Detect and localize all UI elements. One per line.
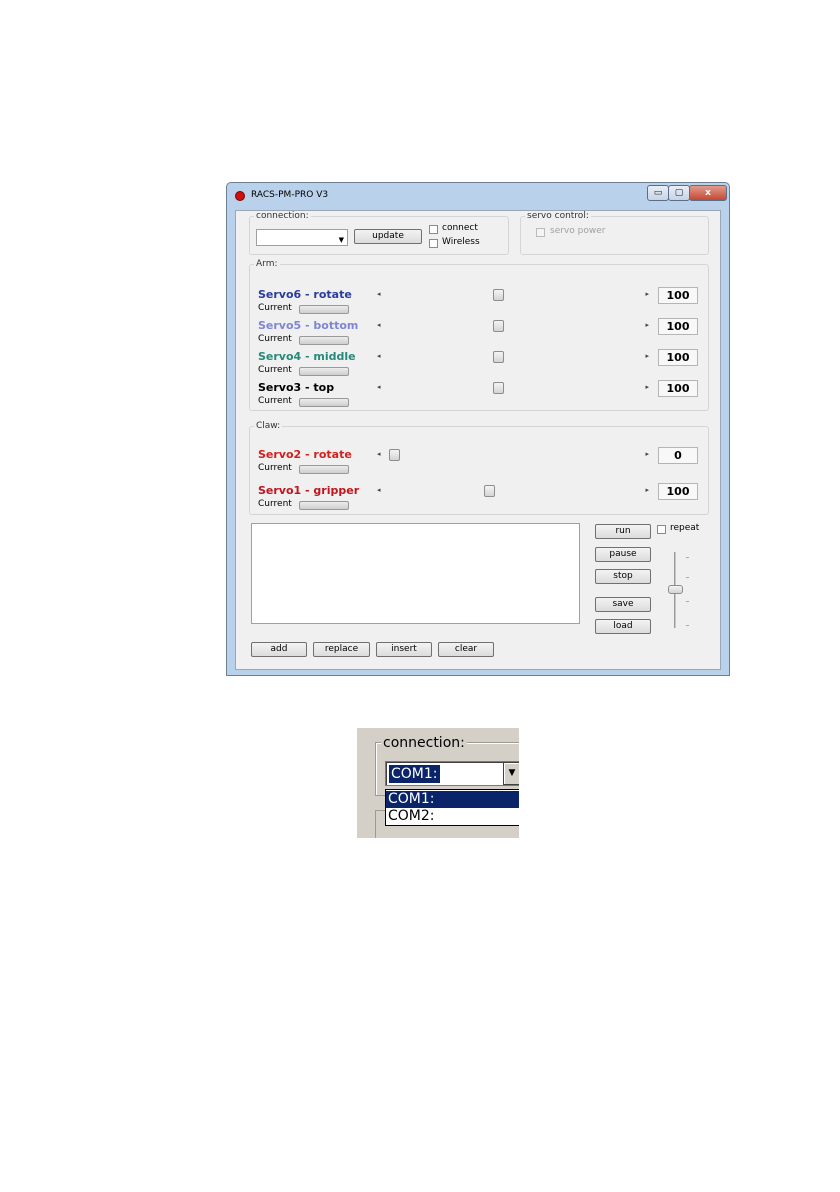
insert-button[interactable]: insert	[376, 642, 432, 657]
scroll-right-icon[interactable]: ▸	[645, 486, 649, 494]
replace-button[interactable]: replace	[313, 642, 370, 657]
title-bar[interactable]: RACS-PM-PRO V3 ▭ ▢ x	[227, 183, 729, 209]
servo-name-label: Servo4 - middle	[258, 350, 356, 363]
scroll-right-icon[interactable]: ▸	[645, 352, 649, 360]
client-area: connection: ▼ update connect Wireless se…	[235, 210, 721, 670]
clear-button[interactable]: clear	[438, 642, 494, 657]
servo-slider-thumb[interactable]	[493, 320, 504, 332]
servo-slider-thumb[interactable]	[493, 382, 504, 394]
update-button[interactable]: update	[354, 229, 422, 244]
servo-slider[interactable]: ◂ ▸	[374, 449, 652, 461]
minimize-button[interactable]: ▭	[647, 185, 669, 201]
servo-control-group: servo control:	[520, 211, 709, 255]
scroll-right-icon[interactable]: ▸	[645, 321, 649, 329]
servo-slider-thumb[interactable]	[493, 289, 504, 301]
servo-control-legend: servo control:	[527, 211, 589, 221]
servo-slider[interactable]: ◂ ▸	[374, 351, 652, 363]
current-meter	[299, 367, 349, 376]
scroll-right-icon[interactable]: ▸	[645, 290, 649, 298]
servo-value-box[interactable]: 0	[658, 447, 698, 464]
slider-tick	[686, 577, 689, 578]
servo-name-label: Servo6 - rotate	[258, 288, 352, 301]
window-title: RACS-PM-PRO V3	[251, 190, 329, 200]
scroll-right-icon[interactable]: ▸	[645, 450, 649, 458]
servo-value-box[interactable]: 100	[658, 287, 698, 304]
inset-connection-legend: connection:	[381, 735, 467, 751]
port-combobox[interactable]: ▼	[256, 229, 348, 246]
inset-selected-value: COM1:	[389, 765, 440, 783]
servo-name-label: Servo1 - gripper	[258, 484, 360, 497]
current-meter	[299, 465, 349, 474]
chevron-down-icon[interactable]: ▼	[339, 236, 344, 244]
servo-power-label: servo power	[550, 226, 606, 236]
inset-port-combobox[interactable]: COM1:	[385, 761, 519, 786]
servo-slider[interactable]: ◂ ▸	[374, 485, 652, 497]
sequence-listbox[interactable]	[251, 523, 580, 624]
connect-label: connect	[442, 223, 478, 233]
connection-zoom-inset: connection: COM1: ▼ COM1: COM2:	[357, 728, 519, 838]
servo-slider-thumb[interactable]	[493, 351, 504, 363]
servo-value-box[interactable]: 100	[658, 349, 698, 366]
scroll-right-icon[interactable]: ▸	[645, 383, 649, 391]
current-meter	[299, 501, 349, 510]
save-button[interactable]: save	[595, 597, 651, 612]
arm-legend: Arm:	[256, 259, 278, 269]
repeat-label: repeat	[670, 523, 700, 533]
servo-power-checkbox[interactable]	[536, 228, 545, 237]
stop-button[interactable]: stop	[595, 569, 651, 584]
inset-dropdown-list: COM1: COM2:	[385, 789, 519, 826]
load-button[interactable]: load	[595, 619, 651, 634]
slider-tick	[686, 601, 689, 602]
app-icon	[235, 191, 245, 201]
scroll-left-icon[interactable]: ◂	[377, 290, 381, 298]
servo-name-label: Servo3 - top	[258, 381, 335, 394]
current-label: Current	[258, 365, 292, 375]
speed-slider-thumb[interactable]	[668, 585, 683, 594]
servo-value-box[interactable]: 100	[658, 483, 698, 500]
repeat-checkbox[interactable]	[657, 525, 666, 534]
main-window: RACS-PM-PRO V3 ▭ ▢ x connection: ▼ updat…	[226, 182, 730, 676]
wireless-label: Wireless	[442, 237, 480, 247]
current-label: Current	[258, 499, 292, 509]
servo-name-label: Servo2 - rotate	[258, 448, 352, 461]
scroll-left-icon[interactable]: ◂	[377, 383, 381, 391]
current-label: Current	[258, 303, 292, 313]
connection-legend: connection:	[256, 211, 309, 221]
servo-value-box[interactable]: 100	[658, 318, 698, 335]
current-meter	[299, 305, 349, 314]
dropdown-option-com2[interactable]: COM2:	[386, 808, 519, 825]
run-button[interactable]: run	[595, 524, 651, 539]
wireless-checkbox[interactable]	[429, 239, 438, 248]
current-meter	[299, 336, 349, 345]
maximize-button[interactable]: ▢	[668, 185, 690, 201]
servo-slider-thumb[interactable]	[389, 449, 400, 461]
scroll-left-icon[interactable]: ◂	[377, 450, 381, 458]
slider-tick	[686, 557, 689, 558]
servo-slider[interactable]: ◂ ▸	[374, 289, 652, 301]
current-label: Current	[258, 463, 292, 473]
scroll-left-icon[interactable]: ◂	[377, 352, 381, 360]
claw-legend: Claw:	[256, 421, 281, 431]
dropdown-option-com1[interactable]: COM1:	[386, 791, 519, 808]
current-label: Current	[258, 334, 292, 344]
scroll-left-icon[interactable]: ◂	[377, 321, 381, 329]
current-label: Current	[258, 396, 292, 406]
close-button[interactable]: x	[689, 185, 727, 201]
connect-checkbox[interactable]	[429, 225, 438, 234]
servo-slider-thumb[interactable]	[484, 485, 495, 497]
servo-value-box[interactable]: 100	[658, 380, 698, 397]
chevron-down-icon[interactable]: ▼	[503, 762, 519, 785]
add-button[interactable]: add	[251, 642, 307, 657]
pause-button[interactable]: pause	[595, 547, 651, 562]
servo-slider[interactable]: ◂ ▸	[374, 320, 652, 332]
servo-name-label: Servo5 - bottom	[258, 319, 359, 332]
scroll-left-icon[interactable]: ◂	[377, 486, 381, 494]
slider-tick	[686, 625, 689, 626]
current-meter	[299, 398, 349, 407]
servo-slider[interactable]: ◂ ▸	[374, 382, 652, 394]
